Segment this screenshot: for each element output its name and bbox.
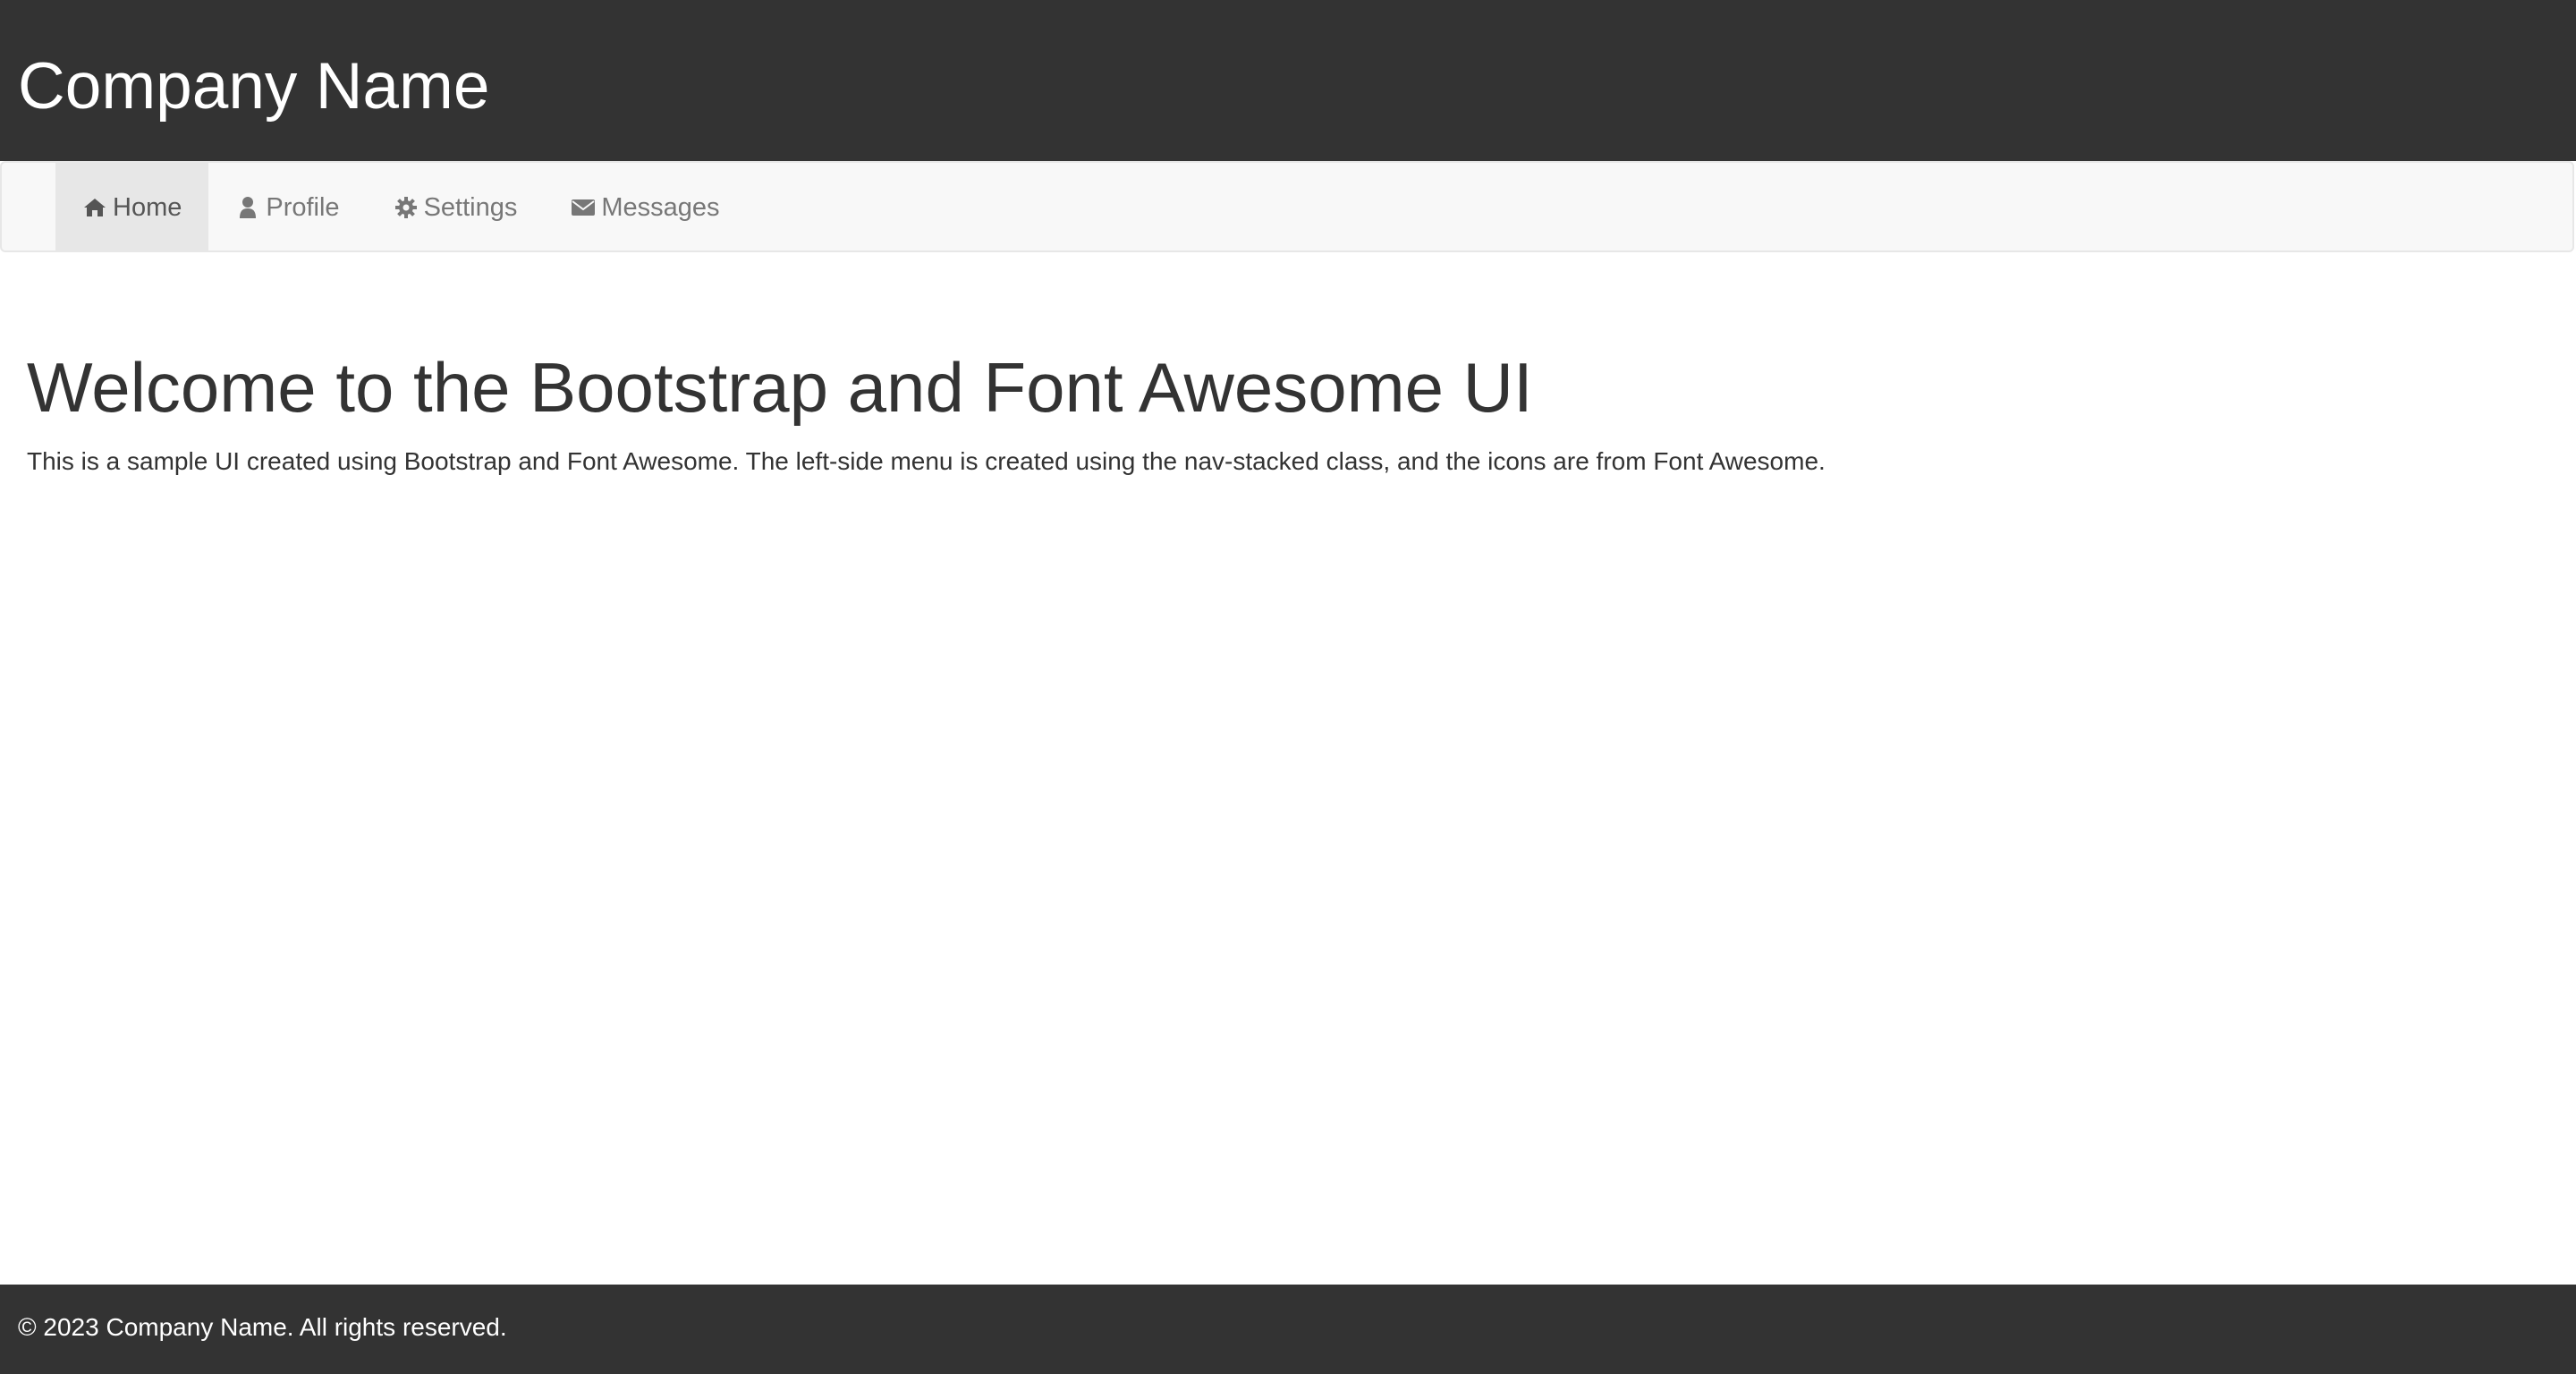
nav-item-label: Profile	[266, 192, 340, 222]
user-icon	[235, 195, 260, 220]
nav-item-label: Messages	[601, 192, 720, 222]
nav-menu: Home Profile Settings Messages	[55, 163, 747, 252]
footer: © 2023 Company Name. All rights reserved…	[0, 1285, 2576, 1374]
header: Company Name	[0, 0, 2576, 161]
page: Company Name Home Profile Settings Messa…	[0, 0, 2576, 1374]
brand-title[interactable]: Company Name	[18, 47, 489, 127]
footer-copyright: © 2023 Company Name. All rights reserved…	[18, 1313, 507, 1341]
nav-item-home[interactable]: Home	[55, 163, 209, 252]
home-icon	[82, 195, 107, 220]
gear-icon	[394, 195, 419, 220]
nav-item-label: Settings	[423, 192, 518, 222]
nav-item-label: Home	[113, 192, 182, 222]
nav-item-profile[interactable]: Profile	[208, 163, 366, 252]
nav-item-settings[interactable]: Settings	[367, 163, 545, 252]
navbar: Home Profile Settings Messages	[0, 161, 2574, 252]
nav-item-messages[interactable]: Messages	[544, 163, 746, 252]
page-title: Welcome to the Bootstrap and Font Awesom…	[27, 348, 1533, 427]
page-description: This is a sample UI created using Bootst…	[27, 447, 1826, 475]
envelope-icon	[571, 195, 596, 220]
main-content: Welcome to the Bootstrap and Font Awesom…	[27, 340, 2531, 479]
